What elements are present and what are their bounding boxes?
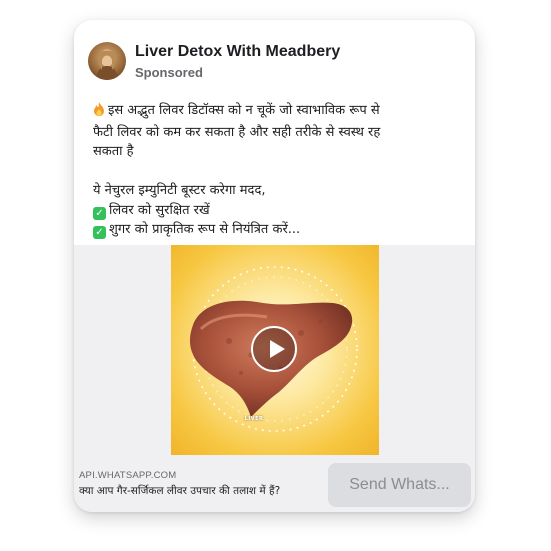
cta-bar[interactable]: API.WHATSAPP.COM क्या आप गैर-सर्जिकल लीव… [74,455,475,512]
benefit-item: ✓ लिवर को सुरक्षित रखें [93,201,463,221]
post-text: इस अद्भुत लिवर डिटॉक्स को न चूकें जो स्व… [93,101,463,240]
sponsored-post-card: Liver Detox With Meadbery Sponsored इस अ… [74,20,475,512]
benefit-item: ✓ शुगर को प्राकृतिक रूप से नियंत्रित करें… [93,220,463,240]
overlay-label: LIVER [244,416,264,422]
video-player[interactable]: LIVER [171,245,379,455]
page-avatar[interactable] [88,42,126,80]
check-mark-icon: ✓ [93,226,106,239]
page-name[interactable]: Liver Detox With Meadbery [135,43,340,61]
benefits-intro: ये नेचुरल इम्युनिटी बूस्टर करेगा मदद, [93,183,266,198]
avatar-image [96,49,118,80]
post-header: Liver Detox With Meadbery Sponsored [88,42,458,82]
send-whatsapp-button[interactable]: Send Whats... [328,463,471,507]
post-text-line-2: फैटी लिवर को कम कर सकता है और सही तरीके … [93,124,381,140]
post-text-line-1: इस अद्भुत लिवर डिटॉक्स को न चूकें जो स्व… [93,101,463,123]
play-button[interactable] [251,326,297,372]
check-mark-icon: ✓ [93,206,106,220]
link-headline[interactable]: क्या आप गैर-सर्जिकल लीवर उपचार की तलाश म… [79,484,329,498]
play-icon [270,340,285,358]
sponsored-label[interactable]: Sponsored [135,65,203,80]
fire-icon [93,102,105,123]
link-domain: API.WHATSAPP.COM [79,470,177,481]
post-text-line-3: सकता है [93,144,134,159]
media-area: LIVER [74,245,475,455]
